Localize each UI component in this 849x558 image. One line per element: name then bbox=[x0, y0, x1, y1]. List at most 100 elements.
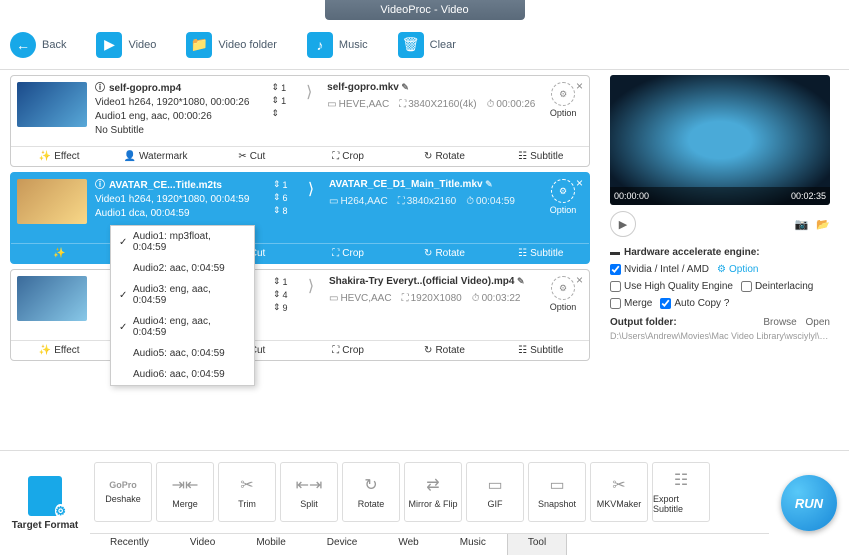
track-steppers[interactable]: ⇕ 1 ⇕ 6 ⇕ 8 bbox=[273, 179, 293, 216]
tab-video[interactable]: Video bbox=[170, 534, 236, 555]
arrow-icon: ⟩ bbox=[301, 276, 321, 296]
tab-recently[interactable]: Recently bbox=[90, 534, 170, 555]
thumbnail bbox=[17, 179, 87, 224]
subtitle-button[interactable]: Subtitle bbox=[493, 147, 589, 166]
open-button[interactable]: Open bbox=[806, 317, 830, 328]
target-format-icon bbox=[28, 476, 62, 516]
output-folder-label: Output folder: bbox=[610, 317, 677, 328]
tool-export-subtitle[interactable]: ☷Export Subtitle bbox=[652, 462, 710, 522]
merge-checkbox[interactable]: Merge bbox=[610, 298, 652, 309]
audio-option[interactable]: Audio3: eng, aac, 0:04:59 bbox=[111, 279, 254, 311]
video-item[interactable]: × self-gopro.mp4 Video1 h264, 1920*1080,… bbox=[10, 75, 590, 167]
crop-button[interactable]: Crop bbox=[300, 244, 396, 263]
effect-button[interactable]: Effect bbox=[11, 341, 107, 360]
top-toolbar: ←Back ▶Video 📁Video folder ♪Music 🗑Clear bbox=[0, 20, 849, 70]
camera-icon[interactable]: 📷 bbox=[795, 218, 809, 231]
folder-icon: 📁 bbox=[186, 32, 212, 58]
track-steppers[interactable]: ⇕ 1 ⇕ 4 ⇕ 9 bbox=[273, 276, 293, 313]
tab-tool[interactable]: Tool bbox=[507, 534, 567, 555]
audio-track-dropdown[interactable]: Audio1: mp3float, 0:04:59 Audio2: aac, 0… bbox=[110, 225, 255, 386]
output-filename[interactable]: self-gopro.mkv bbox=[327, 82, 535, 93]
rotate-button[interactable]: Rotate bbox=[396, 147, 492, 166]
tool-merge[interactable]: ⇥⇤Merge bbox=[156, 462, 214, 522]
audio-option[interactable]: Audio4: eng, aac, 0:04:59 bbox=[111, 311, 254, 343]
tool-trim[interactable]: ✂Trim bbox=[218, 462, 276, 522]
trash-icon: 🗑 bbox=[398, 32, 424, 58]
preview-duration: 00:02:35 bbox=[791, 191, 826, 201]
tool-mirror[interactable]: ⇄Mirror & Flip bbox=[404, 462, 462, 522]
tab-web[interactable]: Web bbox=[378, 534, 439, 555]
audio-option[interactable]: Audio2: aac, 0:04:59 bbox=[111, 258, 254, 279]
target-format-button[interactable]: Target Format bbox=[0, 451, 90, 555]
hw-title: ▬Hardware accelerate engine: bbox=[610, 247, 830, 258]
gear-icon: ⚙ bbox=[551, 179, 575, 203]
gopro-icon: GoPro bbox=[109, 480, 137, 490]
video-item[interactable]: × ⇕ 1 ⇕ 4 ⇕ 9 ⟩ Shakira-Try Everyt..(off… bbox=[10, 269, 590, 361]
thumbnail bbox=[17, 276, 87, 321]
arrow-icon: ⟩ bbox=[299, 82, 319, 102]
play-button[interactable]: ▶ bbox=[610, 211, 636, 237]
rotate-button[interactable]: Rotate bbox=[396, 341, 492, 360]
codec-badge: ▭ HEVC,AAC bbox=[329, 293, 392, 304]
subtitle-button[interactable]: Subtitle bbox=[493, 341, 589, 360]
merge-icon: ⇥⇤ bbox=[172, 475, 199, 495]
deinterlacing-checkbox[interactable]: Deinterlacing bbox=[741, 281, 813, 292]
video-item[interactable]: × AVATAR_CE...Title.m2ts Video1 h264, 19… bbox=[10, 172, 590, 264]
preview-frame bbox=[610, 75, 830, 205]
bottom-bar: Target Format GoProDeshake ⇥⇤Merge ✂Trim… bbox=[0, 450, 849, 555]
snapshot-icon: ▭ bbox=[549, 475, 564, 495]
close-icon[interactable]: × bbox=[576, 273, 583, 287]
open-folder-icon[interactable]: 📂 bbox=[816, 218, 830, 231]
rotate-button[interactable]: Rotate bbox=[396, 244, 492, 263]
video-list: × self-gopro.mp4 Video1 h264, 1920*1080,… bbox=[0, 70, 600, 450]
tab-music[interactable]: Music bbox=[440, 534, 507, 555]
back-icon: ← bbox=[10, 32, 36, 58]
tool-split[interactable]: ⇤⇥Split bbox=[280, 462, 338, 522]
audio-option[interactable]: Audio5: aac, 0:04:59 bbox=[111, 343, 254, 364]
tool-gif[interactable]: ▭GIF bbox=[466, 462, 524, 522]
run-button[interactable]: RUN bbox=[781, 475, 837, 531]
source-info: self-gopro.mp4 Video1 h264, 1920*1080, 0… bbox=[95, 82, 264, 138]
resolution-badge: ⛶ 3840x2160 bbox=[398, 196, 457, 207]
browse-button[interactable]: Browse bbox=[763, 317, 796, 328]
close-icon[interactable]: × bbox=[576, 176, 583, 190]
tool-snapshot[interactable]: ▭Snapshot bbox=[528, 462, 586, 522]
tool-mkvmaker[interactable]: ✂MKVMaker bbox=[590, 462, 648, 522]
add-video-button[interactable]: ▶Video bbox=[96, 32, 156, 58]
source-filename: AVATAR_CE...Title.m2ts bbox=[95, 179, 265, 193]
autocopy-checkbox[interactable]: Auto Copy ? bbox=[660, 298, 729, 309]
crop-button[interactable]: Crop bbox=[300, 147, 396, 166]
output-info: AVATAR_CE_D1_Main_Title.mkv ▭ H264,AAC ⛶… bbox=[329, 179, 535, 207]
duration-badge: ⏱ 00:00:26 bbox=[487, 99, 536, 110]
window-title: VideoProc - Video bbox=[325, 0, 525, 20]
effect-button[interactable]: Effect bbox=[11, 147, 107, 166]
tool-rotate[interactable]: ↻Rotate bbox=[342, 462, 400, 522]
right-panel: 00:00:00 00:02:35 ▶ 📷 📂 ▬Hardware accele… bbox=[600, 70, 840, 450]
clear-button[interactable]: 🗑Clear bbox=[398, 32, 456, 58]
add-music-button[interactable]: ♪Music bbox=[307, 32, 368, 58]
watermark-button[interactable]: Watermark bbox=[107, 147, 203, 166]
output-filename[interactable]: Shakira-Try Everyt..(official Video).mp4 bbox=[329, 276, 535, 287]
cut-button[interactable]: Cut bbox=[204, 147, 300, 166]
close-icon[interactable]: × bbox=[576, 79, 583, 93]
preview-player[interactable]: 00:00:00 00:02:35 bbox=[610, 75, 830, 205]
split-icon: ⇤⇥ bbox=[296, 475, 323, 495]
back-button[interactable]: ←Back bbox=[10, 32, 66, 58]
subtitle-button[interactable]: Subtitle bbox=[493, 244, 589, 263]
output-info: self-gopro.mkv ▭ HEVE,AAC ⛶ 3840X2160(4k… bbox=[327, 82, 535, 110]
tool-deshake[interactable]: GoProDeshake bbox=[94, 462, 152, 522]
crop-button[interactable]: Crop bbox=[300, 341, 396, 360]
hw-option-button[interactable]: ⚙ Option bbox=[717, 264, 758, 275]
mirror-icon: ⇄ bbox=[426, 475, 439, 495]
nvidia-checkbox[interactable]: Nvidia / Intel / AMD bbox=[610, 264, 709, 275]
output-info: Shakira-Try Everyt..(official Video).mp4… bbox=[329, 276, 535, 304]
audio-option[interactable]: Audio6: aac, 0:04:59 bbox=[111, 364, 254, 385]
effect-button[interactable] bbox=[11, 244, 107, 263]
tab-mobile[interactable]: Mobile bbox=[236, 534, 306, 555]
audio-option[interactable]: Audio1: mp3float, 0:04:59 bbox=[111, 226, 254, 258]
output-filename[interactable]: AVATAR_CE_D1_Main_Title.mkv bbox=[329, 179, 535, 190]
tab-device[interactable]: Device bbox=[307, 534, 379, 555]
track-steppers[interactable]: ⇕ 1 ⇕ 1 ⇕ bbox=[272, 82, 292, 119]
hq-checkbox[interactable]: Use High Quality Engine bbox=[610, 281, 733, 292]
add-folder-button[interactable]: 📁Video folder bbox=[186, 32, 277, 58]
